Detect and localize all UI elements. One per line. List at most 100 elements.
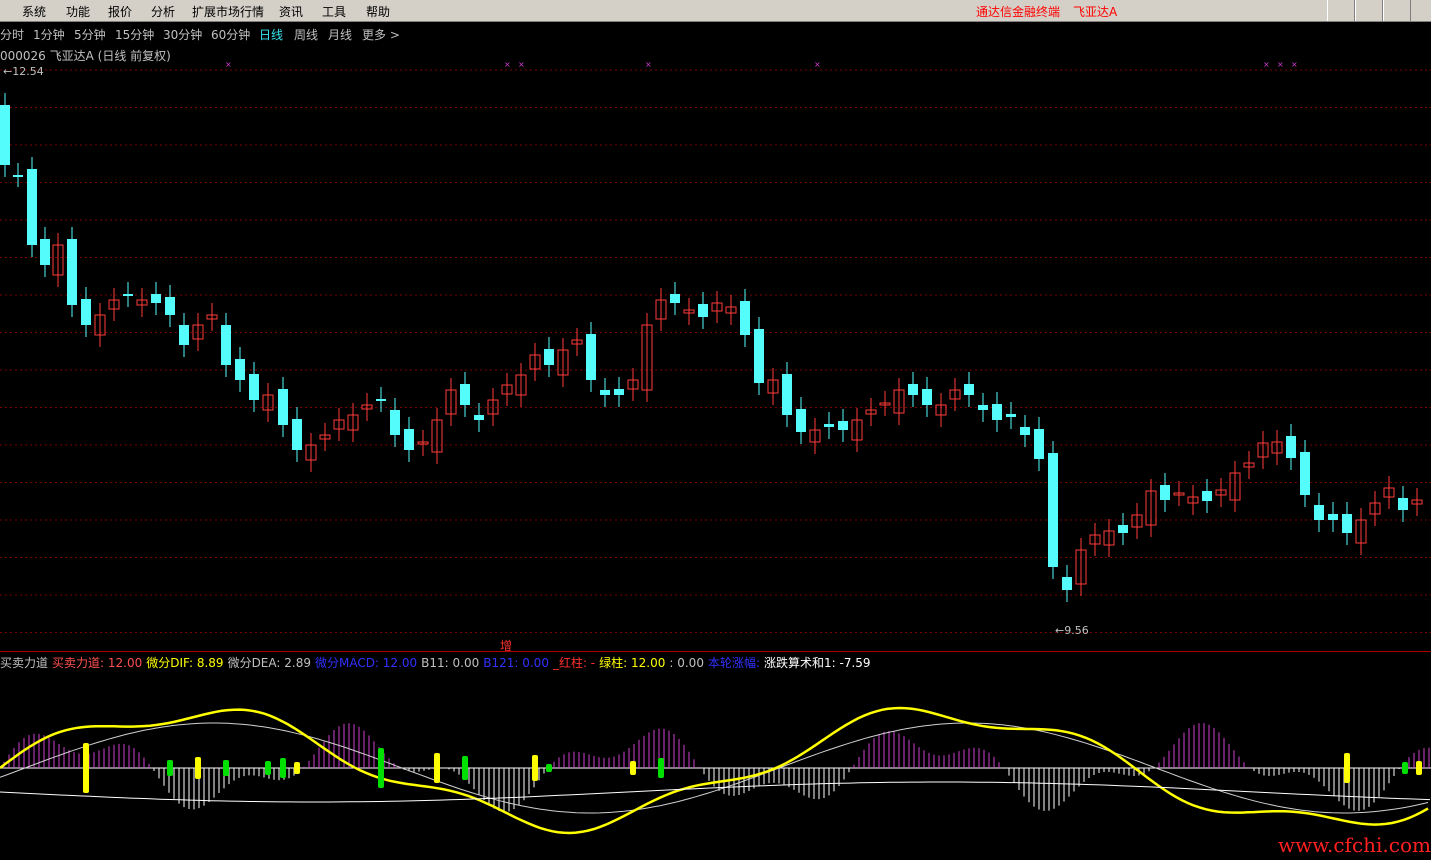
candle <box>557 338 569 387</box>
menu-extended-market[interactable]: 扩展市场行情 <box>192 3 264 20</box>
period-more[interactable]: 更多 > <box>362 26 400 43</box>
candle <box>94 303 106 347</box>
indicator-panel[interactable] <box>0 670 1431 857</box>
candle-body <box>614 389 624 395</box>
panel-divider <box>0 651 1431 652</box>
signal-bar <box>1402 762 1408 774</box>
candle-body <box>179 325 189 345</box>
candle-body <box>235 359 245 380</box>
menu-function[interactable]: 功能 <box>66 3 90 20</box>
price-chart-panel[interactable]: × × × × × × × × ←12.54 ←9.56 <box>0 45 1431 645</box>
candle <box>431 408 443 464</box>
period-30min[interactable]: 30分钟 <box>163 26 202 43</box>
indicator-header: 买卖力道 买卖力道: 12.00 微分DIF: 8.89 微分DEA: 2.89 微分M… <box>0 654 1431 670</box>
candle <box>1034 417 1044 471</box>
candle <box>221 313 231 377</box>
candle <box>809 418 821 454</box>
candle <box>292 407 302 462</box>
candle-body <box>249 374 259 400</box>
candle-body <box>1034 429 1044 459</box>
candle-body <box>1062 577 1072 590</box>
candle <box>1369 491 1381 526</box>
candle <box>1257 431 1269 469</box>
candle-body <box>474 415 484 420</box>
candle-body <box>992 404 1002 420</box>
candle <box>529 343 541 381</box>
candle <box>838 409 848 442</box>
candle <box>1075 538 1087 596</box>
period-daily[interactable]: 日线 <box>259 26 283 43</box>
marker-x: × <box>814 60 821 69</box>
candle <box>390 398 400 447</box>
signal-bar <box>195 757 201 779</box>
candle-body <box>221 325 231 365</box>
candle <box>614 377 624 407</box>
candle <box>641 313 653 402</box>
candle <box>206 303 218 331</box>
candle-body <box>165 297 175 315</box>
candle <box>333 408 345 441</box>
menu-quote[interactable]: 报价 <box>108 3 132 20</box>
candle-body <box>586 334 596 380</box>
signal-bar <box>83 743 89 793</box>
indicator-item: _红柱: - <box>552 656 596 670</box>
period-60min[interactable]: 60分钟 <box>211 26 250 43</box>
period-1min[interactable]: 1分钟 <box>33 26 65 43</box>
candle <box>1202 479 1212 513</box>
indicator-item: 本轮涨幅: <box>707 656 760 670</box>
candle <box>445 378 457 426</box>
indicator-item: 买卖力道 <box>0 656 49 670</box>
candle <box>1118 513 1128 545</box>
candle <box>1229 461 1241 512</box>
candle-body <box>964 384 974 395</box>
candle <box>935 393 947 427</box>
candle <box>515 363 527 407</box>
candle <box>1187 485 1199 515</box>
menu-system[interactable]: 系统 <box>22 3 46 20</box>
signal-bar <box>223 760 229 776</box>
candle-body <box>292 419 302 450</box>
signal-bar <box>1416 761 1422 775</box>
period-15min[interactable]: 15分钟 <box>115 26 154 43</box>
indicator-item: 微分DIF: 8.89 <box>146 656 224 670</box>
candle-body <box>460 384 470 405</box>
candlestick-chart[interactable]: × × × × × × × × ←12.54 ←9.56 <box>0 45 1431 645</box>
period-5min[interactable]: 5分钟 <box>74 26 106 43</box>
period-monthly[interactable]: 月线 <box>328 26 352 43</box>
candle <box>262 383 274 422</box>
window-button-a[interactable] <box>1327 0 1355 21</box>
indicator-item: : 0.00 <box>669 656 704 670</box>
candle-body <box>27 169 37 245</box>
period-weekly[interactable]: 周线 <box>294 26 318 43</box>
menu-tools[interactable]: 工具 <box>322 3 346 20</box>
candle-body <box>67 239 77 305</box>
candle <box>1411 488 1423 516</box>
candle-body <box>81 299 91 325</box>
window-button-b[interactable] <box>1355 0 1383 21</box>
macd-indicator-chart[interactable] <box>0 670 1431 857</box>
candle <box>879 391 891 416</box>
candle <box>725 295 737 325</box>
candle-body <box>908 384 918 395</box>
period-intraday[interactable]: 分时 <box>0 26 24 43</box>
marker-x: × <box>225 60 232 69</box>
candle-body <box>40 239 50 265</box>
indicator-item: 微分DEA: 2.89 <box>227 656 311 670</box>
signal-bar <box>167 760 173 776</box>
menu-help[interactable]: 帮助 <box>366 3 390 20</box>
candle <box>670 282 680 315</box>
signal-bar <box>546 764 552 772</box>
candle <box>404 417 414 462</box>
candle <box>305 433 317 472</box>
candle <box>627 368 639 401</box>
candle <box>81 287 91 337</box>
candle-body <box>123 294 133 296</box>
candle <box>165 285 175 327</box>
candle-body <box>1328 514 1338 520</box>
signal-bar <box>434 753 440 783</box>
menu-analysis[interactable]: 分析 <box>151 3 175 20</box>
window-button-c[interactable] <box>1383 0 1411 21</box>
candle-body <box>151 294 161 303</box>
menu-info[interactable]: 资讯 <box>279 3 303 20</box>
marker-x: × <box>504 60 511 69</box>
